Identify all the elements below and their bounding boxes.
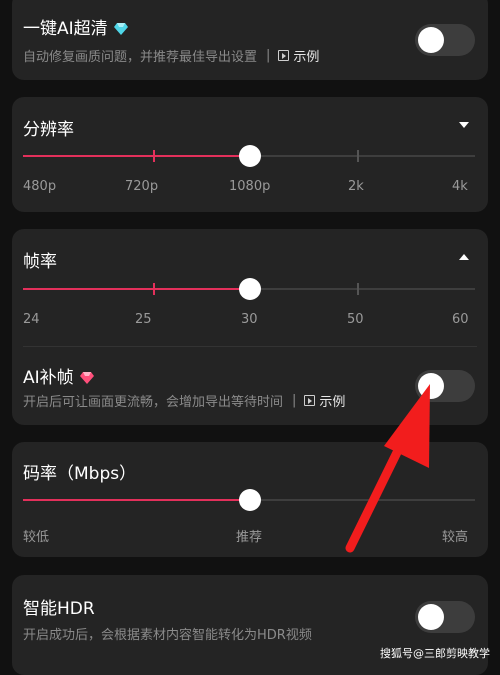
annotation-arrow (345, 384, 430, 553)
watermark: 搜狐号@三郎剪映教学 (380, 647, 490, 660)
